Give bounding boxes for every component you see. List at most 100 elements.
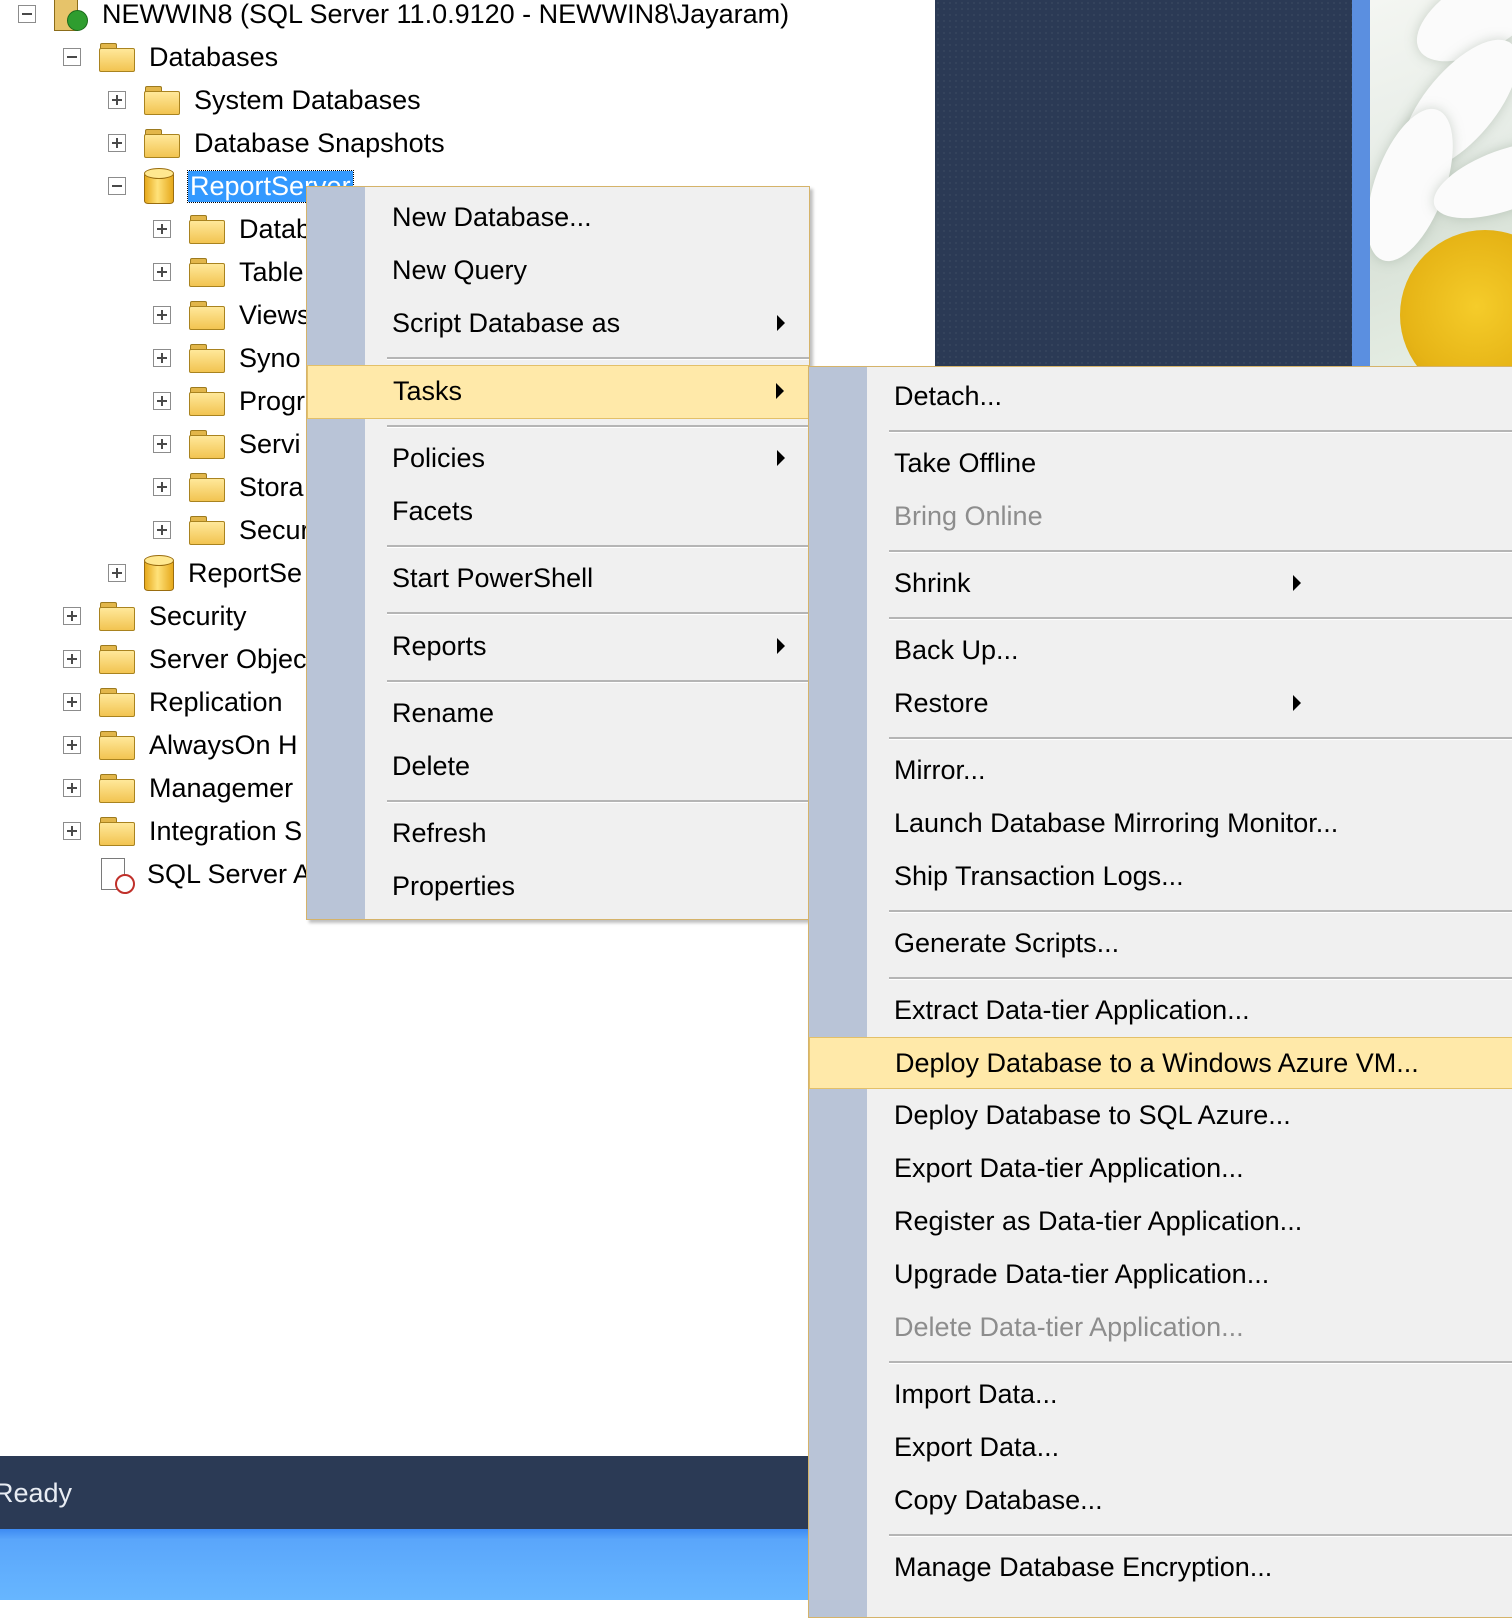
menu-item-rename[interactable]: Rename: [307, 688, 809, 738]
menu-item-policies[interactable]: Policies: [307, 433, 809, 483]
menu-item-take-offline[interactable]: Take Offline: [809, 438, 1512, 488]
tree-node-sql-server-agent[interactable]: SQL Server A: [99, 854, 311, 894]
menu-item-shrink[interactable]: Shrink: [809, 558, 1512, 608]
menu-item-register-data-tier[interactable]: Register as Data-tier Application...: [809, 1196, 1512, 1246]
tree-node-replication[interactable]: Replication: [63, 682, 283, 722]
expand-icon[interactable]: [153, 349, 171, 367]
tree-node-label: System Databases: [194, 84, 421, 115]
tree-node-reportservertempdb[interactable]: ReportSe: [108, 553, 302, 593]
tree-node-label: SQL Server A: [147, 858, 312, 889]
expand-icon[interactable]: [153, 478, 171, 496]
menu-separator: [889, 910, 1512, 913]
collapse-icon[interactable]: [63, 48, 81, 66]
menu-item-delete[interactable]: Delete: [307, 741, 809, 791]
tree-node-child[interactable]: Datab: [153, 209, 311, 249]
server-running-icon: [54, 0, 88, 31]
folder-icon: [99, 602, 135, 631]
tree-node-label: Integration S: [149, 815, 303, 846]
expand-icon[interactable]: [153, 263, 171, 281]
menu-item-tasks[interactable]: Tasks: [307, 365, 809, 419]
tree-node-server-objects[interactable]: Server Objec: [63, 639, 307, 679]
tree-node-database-snapshots[interactable]: Database Snapshots: [108, 123, 445, 163]
folder-icon: [189, 344, 225, 373]
menu-item-export-data[interactable]: Export Data...: [809, 1422, 1512, 1472]
folder-icon: [99, 688, 135, 717]
tree-node-label: Syno: [239, 342, 301, 373]
menu-separator: [889, 617, 1512, 620]
expand-icon[interactable]: [108, 91, 126, 109]
tree-node-child[interactable]: Secur: [153, 510, 310, 550]
menu-item-manage-encryption[interactable]: Manage Database Encryption...: [809, 1542, 1512, 1592]
menu-item-import-data[interactable]: Import Data...: [809, 1369, 1512, 1419]
tree-node-integration-services[interactable]: Integration S: [63, 811, 302, 851]
expand-icon[interactable]: [63, 736, 81, 754]
menu-item-script-database-as[interactable]: Script Database as: [307, 298, 809, 348]
menu-item-generate-scripts[interactable]: Generate Scripts...: [809, 918, 1512, 968]
tree-node-child[interactable]: Servi: [153, 424, 301, 464]
menu-item-new-database[interactable]: New Database...: [307, 192, 809, 242]
menu-item-restore[interactable]: Restore: [809, 678, 1512, 728]
menu-item-deploy-to-sql-azure[interactable]: Deploy Database to SQL Azure...: [809, 1090, 1512, 1140]
menu-item-properties[interactable]: Properties: [307, 861, 809, 911]
menu-item-upgrade-data-tier[interactable]: Upgrade Data-tier Application...: [809, 1249, 1512, 1299]
menu-item-start-powershell[interactable]: Start PowerShell: [307, 553, 809, 603]
sql-agent-stopped-icon: [99, 856, 135, 894]
menu-item-deploy-to-azure-vm[interactable]: Deploy Database to a Windows Azure VM...: [809, 1037, 1512, 1089]
collapse-icon[interactable]: [18, 5, 36, 23]
menu-separator: [889, 737, 1512, 740]
tree-node-management[interactable]: Managemer: [63, 768, 293, 808]
expand-icon[interactable]: [153, 392, 171, 410]
menu-item-export-data-tier[interactable]: Export Data-tier Application...: [809, 1143, 1512, 1193]
menu-item-extract-data-tier[interactable]: Extract Data-tier Application...: [809, 985, 1512, 1035]
expand-icon[interactable]: [63, 822, 81, 840]
tree-node-child[interactable]: Syno: [153, 338, 301, 378]
menu-item-delete-data-tier[interactable]: Delete Data-tier Application...: [809, 1302, 1512, 1352]
folder-icon: [189, 258, 225, 287]
tree-node-label: Security: [149, 600, 247, 631]
menu-item-copy-database[interactable]: Copy Database...: [809, 1475, 1512, 1525]
tasks-submenu: Detach... Take Offline Bring Online Shri…: [808, 366, 1512, 1618]
folder-icon: [189, 516, 225, 545]
tree-node-child[interactable]: Views: [153, 295, 311, 335]
submenu-arrow-icon: [1293, 575, 1301, 591]
menu-item-ship-transaction-logs[interactable]: Ship Transaction Logs...: [809, 851, 1512, 901]
tree-node-alwayson[interactable]: AlwaysOn H: [63, 725, 298, 765]
menu-item-refresh[interactable]: Refresh: [307, 808, 809, 858]
expand-icon[interactable]: [153, 220, 171, 238]
tree-node-child[interactable]: Table: [153, 252, 304, 292]
menu-item-detach[interactable]: Detach...: [809, 371, 1512, 421]
expand-icon[interactable]: [63, 779, 81, 797]
menu-item-back-up[interactable]: Back Up...: [809, 625, 1512, 675]
tree-node-child[interactable]: Stora: [153, 467, 304, 507]
folder-icon: [189, 215, 225, 244]
folder-icon: [189, 387, 225, 416]
expand-icon[interactable]: [63, 650, 81, 668]
menu-item-new-query[interactable]: New Query: [307, 245, 809, 295]
tree-node-databases[interactable]: Databases: [63, 37, 278, 77]
tree-node-security[interactable]: Security: [63, 596, 247, 636]
menu-item-mirror[interactable]: Mirror...: [809, 745, 1512, 795]
tree-node-child[interactable]: Progr: [153, 381, 305, 421]
menu-separator: [387, 545, 809, 548]
tree-node-label: Database Snapshots: [194, 127, 445, 158]
tree-node-server[interactable]: NEWWIN8 (SQL Server 11.0.9120 - NEWWIN8\…: [18, 0, 789, 34]
expand-icon[interactable]: [63, 693, 81, 711]
menu-item-bring-online[interactable]: Bring Online: [809, 491, 1512, 541]
menu-item-reports[interactable]: Reports: [307, 621, 809, 671]
tree-node-label: Replication: [149, 686, 283, 717]
menu-separator: [889, 1361, 1512, 1364]
database-icon: [144, 168, 174, 204]
menu-item-launch-mirroring-monitor[interactable]: Launch Database Mirroring Monitor...: [809, 798, 1512, 848]
tree-node-label: Progr: [239, 385, 306, 416]
expand-icon[interactable]: [153, 306, 171, 324]
expand-icon[interactable]: [153, 521, 171, 539]
menu-item-facets[interactable]: Facets: [307, 486, 809, 536]
expand-icon[interactable]: [108, 134, 126, 152]
expand-icon[interactable]: [108, 564, 126, 582]
expand-icon[interactable]: [63, 607, 81, 625]
collapse-icon[interactable]: [108, 177, 126, 195]
tree-node-label: ReportSe: [188, 557, 303, 588]
tree-node-system-databases[interactable]: System Databases: [108, 80, 421, 120]
expand-icon[interactable]: [153, 435, 171, 453]
folder-icon: [99, 43, 135, 72]
